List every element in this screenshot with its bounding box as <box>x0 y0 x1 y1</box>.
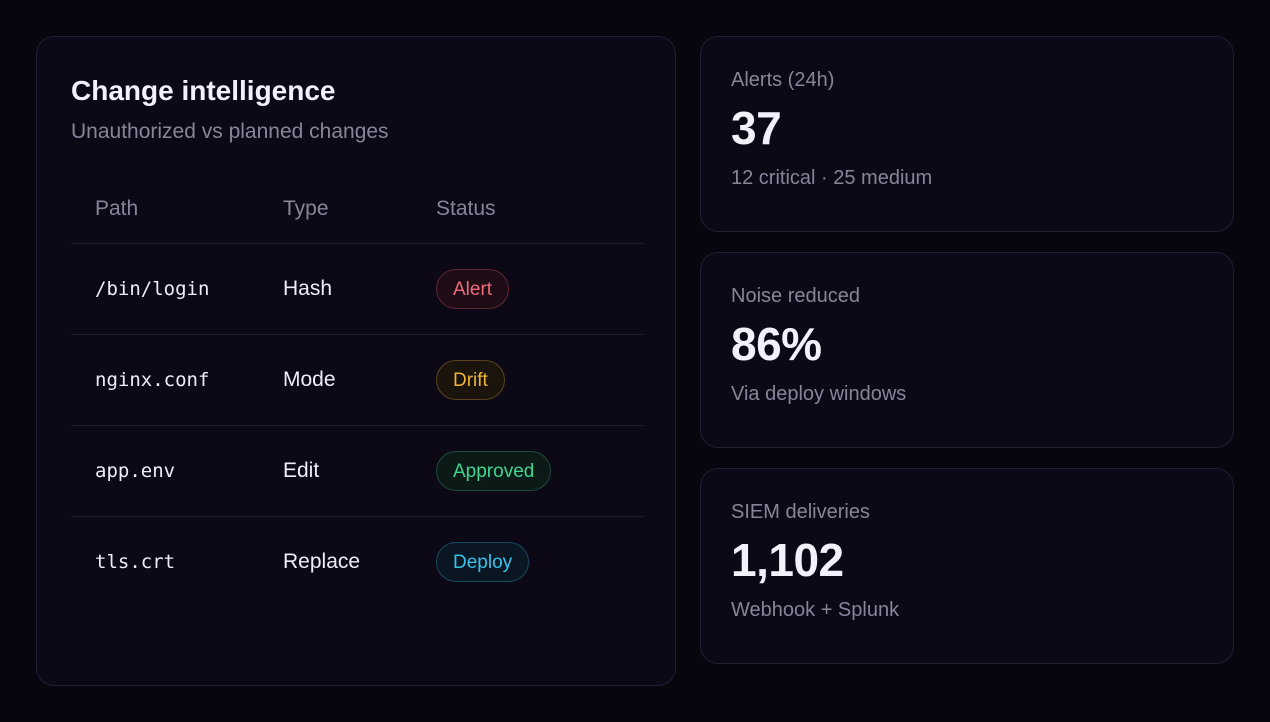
column-header-path[interactable]: Path <box>71 197 283 221</box>
siem-deliveries-stat-card: SIEM deliveries 1,102 Webhook + Splunk <box>700 468 1234 664</box>
card-title: Change intelligence <box>71 75 336 106</box>
status-badge: Alert <box>436 269 510 309</box>
path-cell: tls.crt <box>95 551 176 573</box>
table-row[interactable]: /bin/login Hash Alert <box>71 244 643 335</box>
status-cell: Deploy <box>436 542 643 582</box>
type-cell: Replace <box>283 550 361 573</box>
type-cell: Mode <box>283 368 336 391</box>
type-cell: Edit <box>283 459 320 482</box>
noise-reduced-stat-card: Noise reduced 86% Via deploy windows <box>700 252 1234 448</box>
card-subtitle: Unauthorized vs planned changes <box>71 120 389 143</box>
status-badge: Approved <box>436 451 552 491</box>
stat-detail: Via deploy windows <box>731 383 907 405</box>
path-cell: /bin/login <box>95 278 210 300</box>
status-badge: Deploy <box>436 542 530 582</box>
stat-label: SIEM deliveries <box>731 501 870 523</box>
status-cell: Approved <box>436 451 643 491</box>
changes-table: Path Type Status /bin/login Hash Alert n… <box>71 175 643 607</box>
table-row[interactable]: tls.crt Replace Deploy <box>71 517 643 607</box>
table-header: Path Type Status <box>71 175 643 244</box>
stat-value: 86% <box>731 318 822 370</box>
table-row[interactable]: nginx.conf Mode Drift <box>71 335 643 426</box>
stat-label: Alerts (24h) <box>731 69 835 91</box>
path-cell: app.env <box>95 460 176 482</box>
alerts-stat-card: Alerts (24h) 37 12 critical · 25 medium <box>700 36 1234 232</box>
table-row[interactable]: app.env Edit Approved <box>71 426 643 517</box>
status-badge: Drift <box>436 360 505 400</box>
stat-value: 1,102 <box>731 534 844 586</box>
stat-label: Noise reduced <box>731 285 860 307</box>
stat-value: 37 <box>731 102 782 154</box>
column-header-type[interactable]: Type <box>283 197 436 221</box>
type-cell: Hash <box>283 277 333 300</box>
stat-detail: 12 critical · 25 medium <box>731 167 933 189</box>
stat-detail: Webhook + Splunk <box>731 599 900 621</box>
column-header-status[interactable]: Status <box>436 197 643 221</box>
status-cell: Drift <box>436 360 643 400</box>
change-intelligence-card: Change intelligence Unauthorized vs plan… <box>36 36 676 686</box>
path-cell: nginx.conf <box>95 369 210 391</box>
status-cell: Alert <box>436 269 643 309</box>
